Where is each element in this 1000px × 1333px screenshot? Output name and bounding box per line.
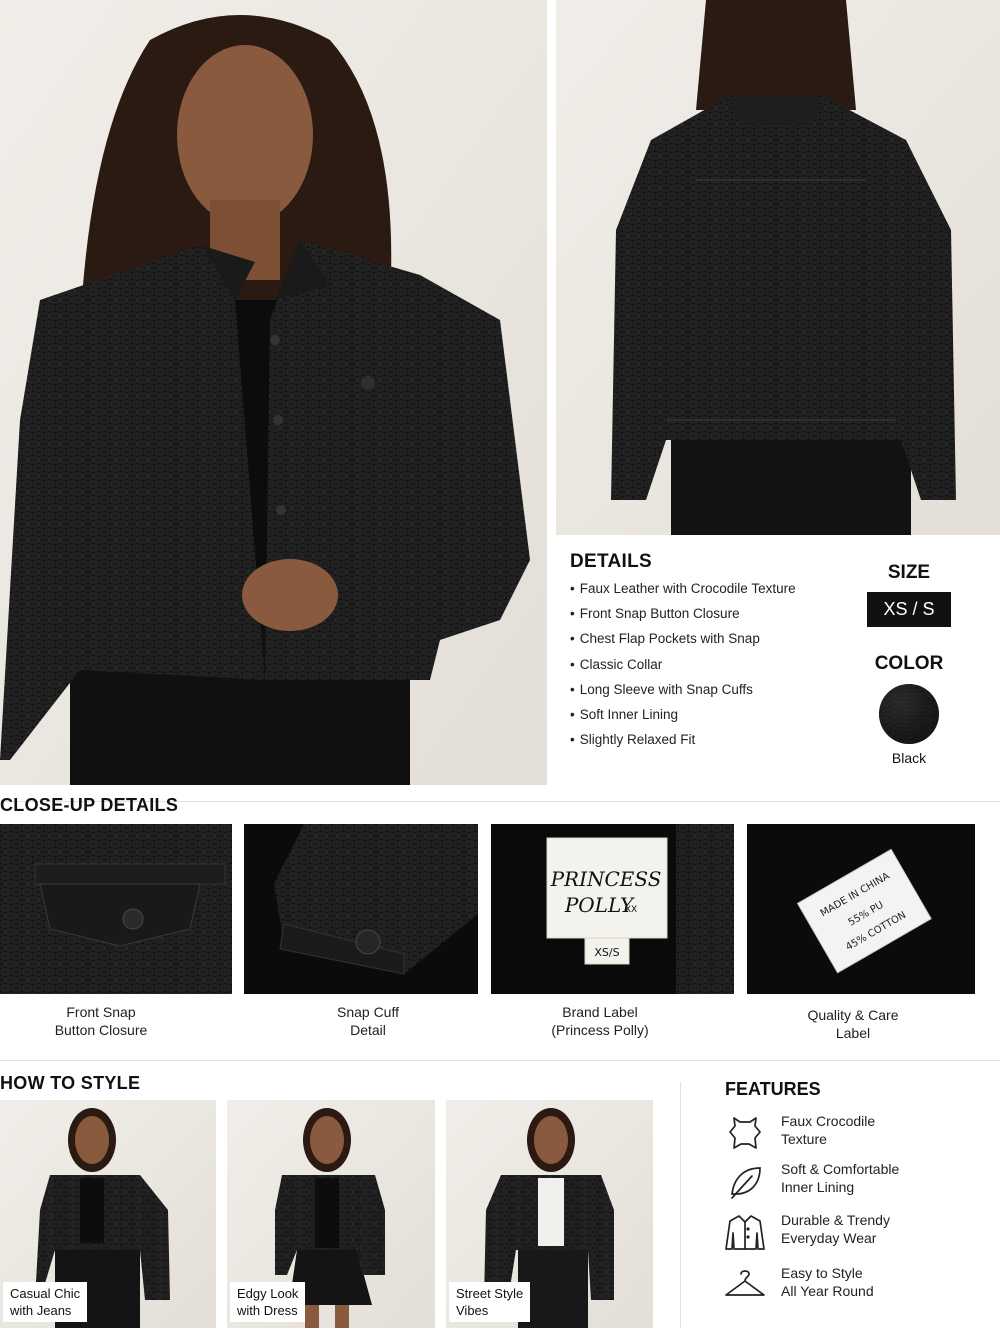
- details-item: Faux Leather with Crocodile Texture: [570, 580, 796, 605]
- caption-line: Front Snap: [66, 1004, 136, 1020]
- feature-label: Everyday Wear: [781, 1230, 877, 1246]
- style-tag: Edgy Look with Dress: [230, 1282, 306, 1322]
- feature-label: Faux Crocodile: [781, 1113, 876, 1129]
- feature-label: Texture: [781, 1131, 827, 1147]
- size-option-selected[interactable]: XS / S: [867, 592, 951, 627]
- feature-label: All Year Round: [781, 1283, 874, 1299]
- details-list: Faux Leather with Crocodile Texture Fron…: [570, 580, 796, 756]
- caption-line: (Princess Polly): [551, 1022, 649, 1038]
- details-item: Classic Collar: [570, 656, 796, 681]
- style-tag: Street Style Vibes: [449, 1282, 531, 1322]
- divider: [0, 1060, 1000, 1061]
- divider-vertical: [680, 1082, 681, 1328]
- caption-line: Snap Cuff: [336, 1004, 399, 1020]
- feature-label: Soft & Comfortable: [781, 1161, 900, 1177]
- style-tag-line: Edgy Look: [237, 1286, 299, 1301]
- style-tag-line: with Dress: [237, 1303, 298, 1318]
- caption-line: Quality & Care: [807, 1007, 899, 1023]
- hanger-icon: [722, 1264, 768, 1308]
- style-heading: HOW TO STYLE: [0, 1073, 141, 1093]
- caption-line: Detail: [350, 1022, 386, 1038]
- details-item: Long Sleeve with Snap Cuffs: [570, 681, 796, 706]
- closeup-photo-care-label: MADE IN CHINA 55% PU 45% COTTON: [747, 824, 975, 994]
- caption-line: Label: [835, 1025, 871, 1041]
- product-photo-front: [0, 0, 547, 785]
- feature-label: Inner Lining: [781, 1179, 855, 1195]
- caption-line: Button Closure: [54, 1022, 148, 1038]
- details-heading: DETAILS: [570, 551, 652, 572]
- caption-line: Brand Label: [562, 1004, 638, 1020]
- closeups-heading: CLOSE-UP DETAILS: [0, 795, 179, 815]
- style-tag: Casual Chic with Jeans: [3, 1282, 88, 1322]
- feature-item: Easy to Style All Year Round: [722, 1264, 992, 1308]
- closeup-caption: Brand Label (Princess Polly): [515, 1003, 685, 1039]
- feature-item: Durable & Trendy Everyday Wear: [722, 1211, 992, 1255]
- details-item: Front Snap Button Closure: [570, 605, 796, 630]
- style-tag-line: Street Style: [456, 1286, 524, 1301]
- feature-item: Soft & Comfortable Inner Lining: [722, 1160, 992, 1204]
- details-item: Slightly Relaxed Fit: [570, 731, 796, 756]
- feature-label: Durable & Trendy: [781, 1212, 890, 1228]
- color-name: Black: [891, 750, 927, 766]
- leather-hide-icon: [722, 1112, 768, 1156]
- color-heading: COLOR: [874, 653, 944, 674]
- color-swatch-black[interactable]: [879, 684, 939, 744]
- style-tag-line: Vibes: [456, 1303, 489, 1318]
- brand-label-line1: PRINCESS: [550, 867, 662, 891]
- details-item: Chest Flap Pockets with Snap: [570, 630, 796, 655]
- product-photo-back: [556, 0, 1000, 535]
- closeup-caption: Front Snap Button Closure: [16, 1003, 186, 1039]
- feature-label: Easy to Style: [781, 1265, 863, 1281]
- closeup-photo-snap-cuff: [244, 824, 478, 994]
- closeup-photo-front-snap: [0, 824, 232, 994]
- closeup-caption: Snap Cuff Detail: [283, 1003, 453, 1039]
- leaf-icon: [722, 1160, 768, 1204]
- style-tag-line: Casual Chic: [10, 1286, 81, 1301]
- closeup-photo-brand-label: PRINCESS POLLY XX XS/S: [491, 824, 734, 994]
- jacket-icon: [722, 1211, 768, 1255]
- brand-label-mark: XX: [625, 905, 637, 915]
- closeup-caption: Quality & Care Label: [768, 1006, 938, 1042]
- brand-label-size: XS/S: [594, 946, 619, 959]
- size-heading: SIZE: [887, 562, 931, 583]
- style-tag-line: with Jeans: [10, 1303, 72, 1318]
- feature-item: Faux Crocodile Texture: [722, 1112, 992, 1156]
- details-item: Soft Inner Lining: [570, 706, 796, 731]
- features-heading: FEATURES: [725, 1079, 821, 1099]
